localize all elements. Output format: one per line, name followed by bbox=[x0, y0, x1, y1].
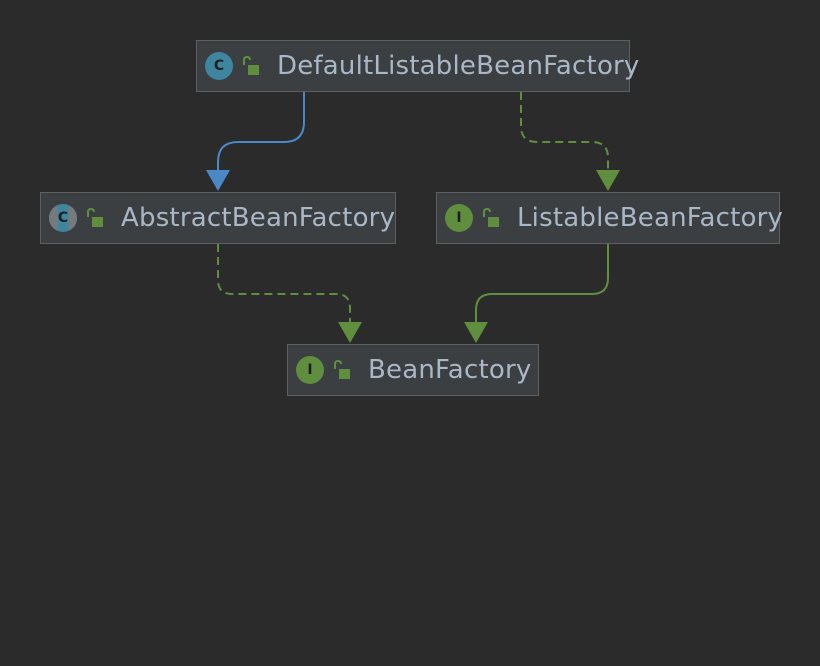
node-label: BeanFactory bbox=[368, 355, 532, 385]
node-bean-factory[interactable]: I BeanFactory bbox=[287, 344, 539, 396]
diagram-canvas bbox=[206, 92, 620, 343]
node-label: AbstractBeanFactory bbox=[121, 203, 396, 233]
node-abstract-bean-factory[interactable]: C AbstractBeanFactory bbox=[40, 192, 396, 244]
public-lock-icon bbox=[243, 56, 259, 75]
abstract-class-icon: C bbox=[49, 204, 77, 232]
interface-icon: I bbox=[445, 204, 473, 232]
node-default-listable-bean-factory[interactable]: C DefaultListableBeanFactory bbox=[196, 40, 639, 92]
interface-icon: I bbox=[296, 356, 324, 384]
public-lock-icon bbox=[483, 208, 499, 227]
public-lock-icon bbox=[87, 208, 103, 227]
edge-abstract-to-bean-arrowhead bbox=[338, 322, 362, 343]
class-icon: C bbox=[205, 52, 233, 80]
edge-listable-to-bean bbox=[475, 244, 609, 322]
edge-default-to-abstract bbox=[217, 92, 305, 170]
edge-default-to-abstract-arrowhead bbox=[206, 170, 230, 191]
public-lock-icon bbox=[334, 360, 350, 379]
edge-default-to-listable-arrowhead bbox=[596, 170, 620, 191]
edge-listable-to-bean-arrowhead bbox=[464, 322, 488, 343]
edge-default-to-listable bbox=[520, 92, 609, 170]
node-listable-bean-factory[interactable]: I ListableBeanFactory bbox=[436, 192, 784, 244]
edge-abstract-to-bean bbox=[217, 244, 351, 322]
node-label: ListableBeanFactory bbox=[517, 203, 784, 233]
node-label: DefaultListableBeanFactory bbox=[277, 51, 640, 81]
